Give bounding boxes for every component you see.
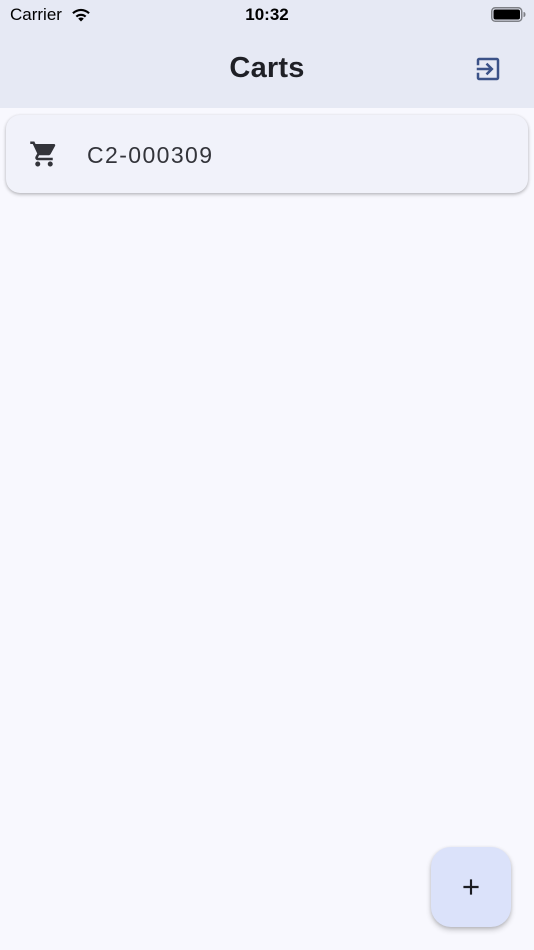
logout-button[interactable] <box>466 47 510 91</box>
carts-screen: Carrier 10:32 Carts C2-000309 <box>0 0 534 950</box>
cart-label: C2-000309 <box>87 142 214 168</box>
app-bar: Carts <box>0 30 534 108</box>
clock: 10:32 <box>245 5 289 24</box>
page-title: Carts <box>229 52 305 84</box>
status-bar: Carrier 10:32 <box>0 0 534 30</box>
top-area: Carrier 10:32 Carts <box>0 0 534 108</box>
cart-list-item[interactable]: C2-000309 <box>6 115 528 193</box>
logout-icon <box>476 57 500 81</box>
shopping-cart-icon <box>30 141 56 167</box>
cart-list: C2-000309 <box>6 115 528 193</box>
battery-icon <box>491 7 526 22</box>
add-cart-button[interactable] <box>431 847 511 927</box>
plus-icon <box>463 879 479 895</box>
